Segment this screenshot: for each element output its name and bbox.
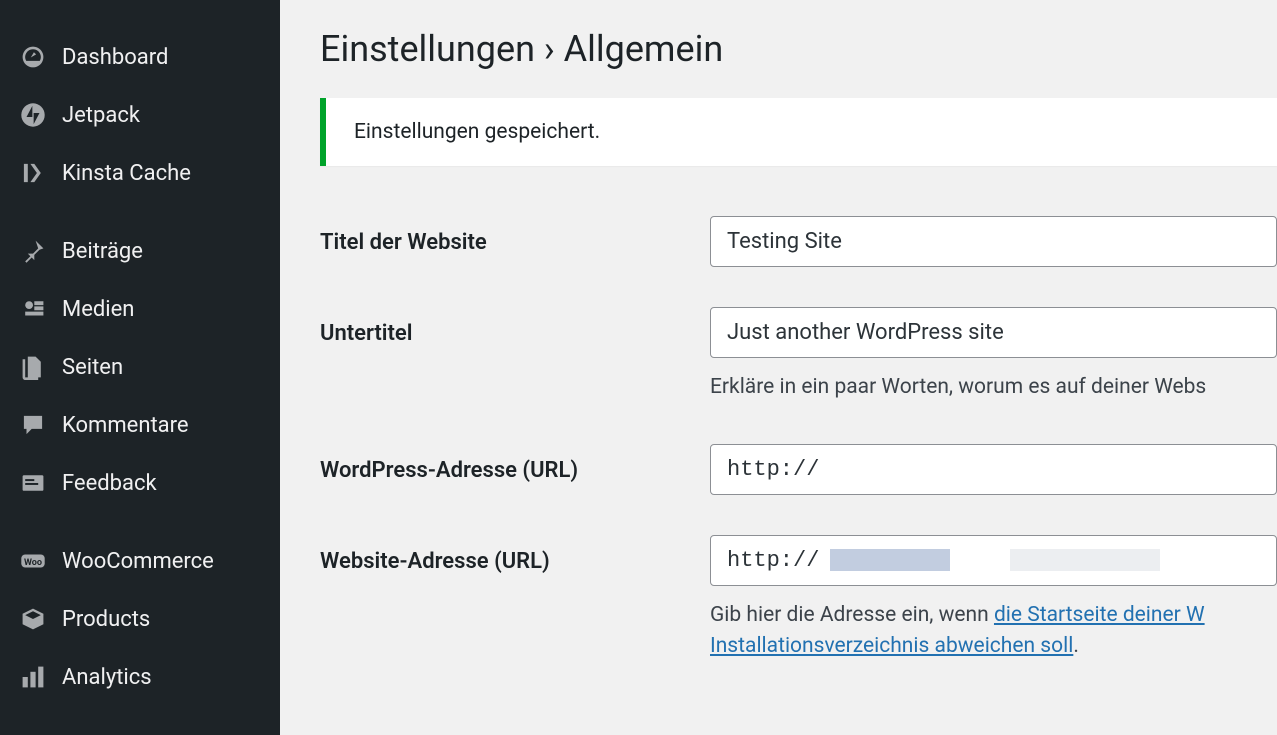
sidebar-item-label: Jetpack xyxy=(62,103,140,128)
sidebar-item-media[interactable]: Medien xyxy=(0,280,280,338)
pages-icon xyxy=(18,352,48,382)
label-site-url: Website-Adresse (URL) xyxy=(320,535,710,574)
dashboard-icon xyxy=(18,42,48,72)
input-site-title[interactable] xyxy=(710,216,1277,267)
sidebar-item-label: Seiten xyxy=(62,355,123,380)
sidebar-item-woocommerce[interactable]: Woo WooCommerce xyxy=(0,532,280,590)
link-homepage-differs[interactable]: die Startseite deiner W xyxy=(994,603,1205,627)
sidebar-item-label: Dashboard xyxy=(62,45,168,70)
label-tagline: Untertitel xyxy=(320,307,710,346)
svg-text:Woo: Woo xyxy=(24,558,42,568)
pin-icon xyxy=(18,236,48,266)
sidebar-item-label: Feedback xyxy=(62,471,157,496)
main-content: Einstellungen › Allgemein Einstellungen … xyxy=(280,0,1277,735)
row-site-url: Website-Adresse (URL) Gib hier die Adres… xyxy=(320,535,1277,663)
label-site-title: Titel der Website xyxy=(320,216,710,255)
settings-saved-notice: Einstellungen gespeichert. xyxy=(320,98,1277,166)
sidebar-item-posts[interactable]: Beiträge xyxy=(0,222,280,280)
comment-icon xyxy=(18,410,48,440)
sidebar-item-label: Beiträge xyxy=(62,239,143,264)
analytics-icon xyxy=(18,662,48,692)
jetpack-icon xyxy=(18,100,48,130)
sidebar-item-products[interactable]: Products xyxy=(0,590,280,648)
help-tagline: Erkläre in ein paar Worten, worum es auf… xyxy=(710,372,1277,404)
sidebar-item-label: Analytics xyxy=(62,665,152,690)
notice-text: Einstellungen gespeichert. xyxy=(354,120,600,144)
input-tagline[interactable] xyxy=(710,307,1277,358)
sidebar-item-label: Kommentare xyxy=(62,413,189,438)
sidebar-item-analytics[interactable]: Analytics xyxy=(0,648,280,706)
page-title: Einstellungen › Allgemein xyxy=(320,28,1277,70)
input-wp-url[interactable] xyxy=(710,444,1277,495)
media-icon xyxy=(18,294,48,324)
sidebar-item-label: Medien xyxy=(62,297,134,322)
sidebar-item-jetpack[interactable]: Jetpack xyxy=(0,86,280,144)
sidebar-item-label: Products xyxy=(62,607,150,632)
sidebar-item-feedback[interactable]: Feedback xyxy=(0,454,280,512)
feedback-icon xyxy=(18,468,48,498)
products-icon xyxy=(18,604,48,634)
input-site-url[interactable] xyxy=(710,535,1277,586)
woo-icon: Woo xyxy=(18,546,48,576)
help-site-url: Gib hier die Adresse ein, wenn die Start… xyxy=(710,600,1277,663)
admin-sidebar: Dashboard Jetpack Kinsta Cache Beiträge xyxy=(0,0,280,735)
sidebar-item-dashboard[interactable]: Dashboard xyxy=(0,28,280,86)
kinsta-icon xyxy=(18,158,48,188)
sidebar-item-kinsta-cache[interactable]: Kinsta Cache xyxy=(0,144,280,202)
sidebar-item-comments[interactable]: Kommentare xyxy=(0,396,280,454)
link-install-dir[interactable]: Installationsverzeichnis abweichen soll xyxy=(710,634,1073,658)
row-tagline: Untertitel Erkläre in ein paar Worten, w… xyxy=(320,307,1277,404)
sidebar-item-label: WooCommerce xyxy=(62,549,214,574)
sidebar-item-pages[interactable]: Seiten xyxy=(0,338,280,396)
sidebar-item-label: Kinsta Cache xyxy=(62,161,191,186)
label-wp-url: WordPress-Adresse (URL) xyxy=(320,444,710,483)
row-wp-url: WordPress-Adresse (URL) xyxy=(320,444,1277,495)
row-site-title: Titel der Website xyxy=(320,216,1277,267)
